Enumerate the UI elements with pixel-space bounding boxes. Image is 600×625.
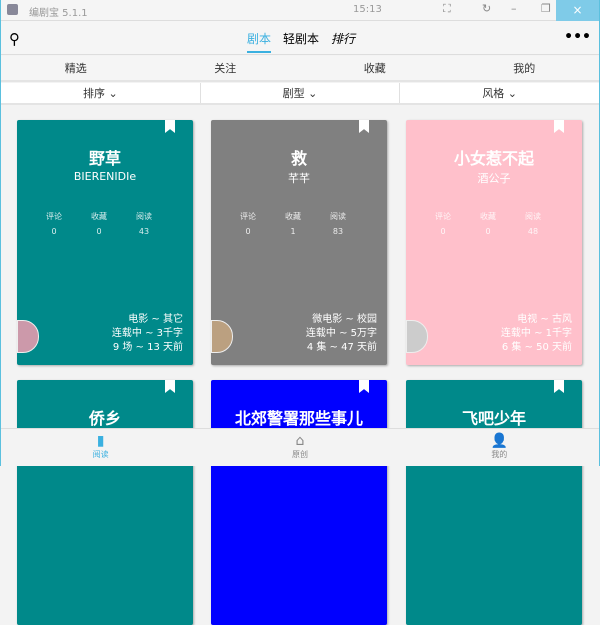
meta-line: 连载中 ~ 1千字 (500, 328, 572, 339)
stat-value: 0 (51, 227, 57, 236)
bookmark-icon[interactable] (554, 120, 564, 133)
card-author: BIERENIDIe (73, 170, 137, 183)
nav-light-scripts[interactable]: 轻剧本 (283, 30, 319, 53)
tab-featured[interactable]: 精选 (1, 56, 151, 80)
card-title: 北郊警署那些事儿 (234, 409, 363, 428)
more-icon[interactable]: ••• (564, 29, 591, 45)
stat-label: 阅读 (330, 212, 346, 221)
tab-favorites[interactable]: 收藏 (300, 56, 450, 80)
bottom-nav-original[interactable]: ⌂ 原创 (200, 429, 399, 466)
app-title: 编剧宝 5.1.1 (29, 8, 88, 19)
stat-value: 48 (527, 227, 539, 236)
scan-icon[interactable]: ⛶ (443, 2, 451, 16)
meta-line: 连载中 ~ 5万字 (305, 328, 377, 339)
stat-value: 43 (138, 227, 150, 236)
card-stats: 评论 0 收藏 1 阅读 83 (233, 211, 353, 236)
card-stats: 评论 0 收藏 0 阅读 43 (39, 211, 159, 236)
meta-line: 4 集 ~ 47 天前 (306, 342, 377, 353)
script-card[interactable]: 侨乡 (17, 380, 193, 625)
card-meta: 电视 ~ 古风连载中 ~ 1千字 6 集 ~ 50 天前 (501, 313, 572, 355)
card-stats: 评论 0 收藏 0 阅读 48 (428, 211, 548, 236)
home-icon: ⌂ (295, 433, 305, 449)
avatar[interactable] (17, 320, 39, 353)
card-title: 飞吧少年 (461, 409, 526, 428)
stat-label: 阅读 (525, 212, 541, 221)
tab-mine[interactable]: 我的 (450, 56, 600, 80)
nav-ranking[interactable]: 排行 (331, 30, 355, 53)
header: ⚲ 剧本 轻剧本 排行 ••• (1, 21, 599, 55)
bookmark-icon[interactable] (359, 380, 369, 393)
meta-line: 9 场 ~ 13 天前 (112, 342, 183, 353)
stat-value: 0 (96, 227, 102, 236)
sort-dropdown[interactable]: 排序 ⌄ (1, 83, 201, 103)
user-icon: 👤 (490, 433, 509, 449)
card-title: 小女惹不起 (453, 149, 534, 168)
style-dropdown[interactable]: 风格 ⌄ (400, 83, 599, 103)
bottom-nav-label: 原创 (291, 450, 308, 459)
meta-line: 6 集 ~ 50 天前 (501, 342, 572, 353)
clock: 15:13 (353, 4, 382, 15)
refresh-icon[interactable]: ↻ (482, 2, 491, 15)
stat-value: 0 (440, 227, 446, 236)
close-button[interactable]: × (556, 0, 599, 21)
script-card[interactable]: 野草 BIERENIDIe 评论 0 收藏 0 阅读 43 电影 ~ 其它连载中 ~ 3千字 9 … (17, 120, 193, 365)
script-card[interactable]: 救芊芊评论 0 收藏 1 阅读 83 微电影 ~ 校园连载中 ~ 5万字 4 集 ~ 47 天… (211, 120, 387, 365)
app-logo-icon (7, 4, 18, 15)
meta-line: 微电影 ~ 校园 (312, 314, 377, 325)
card-title: 救 (290, 149, 307, 168)
meta-line: 连载中 ~ 3千字 (111, 328, 183, 339)
script-card[interactable]: 北郊警署那些事儿 (211, 380, 387, 625)
stat-value: 1 (290, 227, 296, 236)
bottom-nav-label: 阅读 (92, 450, 109, 459)
tab-following[interactable]: 关注 (151, 56, 301, 80)
category-tabs: 精选 关注 收藏 我的 (1, 56, 599, 82)
bottom-nav-read[interactable]: ▮ 阅读 (1, 429, 200, 466)
card-meta: 微电影 ~ 校园连载中 ~ 5万字 4 集 ~ 47 天前 (306, 313, 377, 355)
bottom-nav-label: 我的 (491, 450, 508, 459)
card-author: 芊芊 (288, 172, 310, 185)
stat-value: 0 (245, 227, 251, 236)
minimize-button[interactable]: – (511, 2, 517, 15)
stat-label: 评论 (46, 212, 62, 221)
stat-label: 评论 (435, 212, 451, 221)
stat-label: 阅读 (136, 212, 152, 221)
nav-scripts[interactable]: 剧本 (247, 30, 272, 53)
card-title: 野草 (88, 149, 121, 168)
stat-label: 收藏 (285, 212, 301, 221)
script-card[interactable]: 飞吧少年 (406, 380, 582, 625)
script-card[interactable]: 小女惹不起酒公子评论 0 收藏 0 阅读 48 电视 ~ 古风连载中 ~ 1千字 6 集 ~ … (406, 120, 582, 365)
stat-label: 收藏 (480, 212, 496, 221)
meta-line: 电影 ~ 其它 (128, 314, 183, 325)
card-title: 侨乡 (88, 409, 121, 428)
card-meta: 电影 ~ 其它连载中 ~ 3千字 9 场 ~ 13 天前 (112, 313, 183, 355)
avatar[interactable] (406, 320, 428, 353)
card-author: 酒公子 (477, 172, 511, 185)
top-nav: 剧本 轻剧本 排行 (247, 30, 355, 53)
filter-bar: 排序 ⌄ 剧型 ⌄ 风格 ⌄ (1, 83, 599, 105)
meta-line: 电视 ~ 古风 (517, 314, 572, 325)
book-icon: ▮ (96, 433, 105, 449)
bookmark-icon[interactable] (359, 120, 369, 133)
bottom-nav: ▮ 阅读 ⌂ 原创 👤 我的 (1, 428, 599, 466)
search-icon[interactable]: ⚲ (9, 30, 20, 48)
restore-button[interactable]: ❐ (541, 2, 551, 15)
avatar[interactable] (211, 320, 233, 353)
title-bar: 编剧宝 5.1.1 15:13 ⛶ ↻ – ❐ × (1, 0, 599, 21)
type-dropdown[interactable]: 剧型 ⌄ (201, 83, 401, 103)
stat-value: 83 (332, 227, 344, 236)
bookmark-icon[interactable] (554, 380, 564, 393)
bottom-nav-profile[interactable]: 👤 我的 (400, 429, 599, 466)
bookmark-icon[interactable] (165, 380, 175, 393)
stat-label: 评论 (240, 212, 256, 221)
stat-value: 0 (485, 227, 491, 236)
bookmark-icon[interactable] (165, 120, 175, 133)
stat-label: 收藏 (91, 212, 107, 221)
